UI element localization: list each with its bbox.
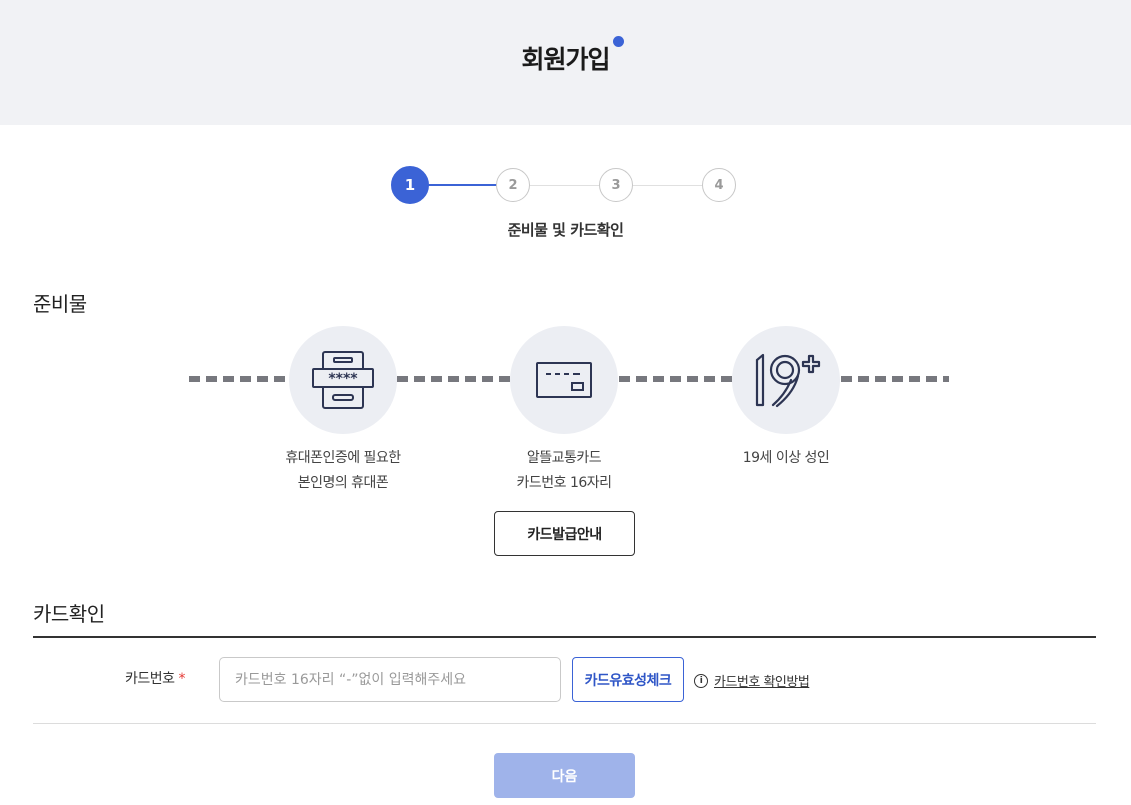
requirement-card-text: 알뜰교통카드 카드번호 16자리	[464, 446, 664, 496]
step-4: 4	[702, 168, 736, 202]
requirement-age-text: 19세 이상 성인	[686, 446, 886, 471]
stepper-connector	[529, 185, 601, 186]
form-divider	[33, 723, 1096, 724]
transit-card-icon	[536, 362, 592, 398]
svg-text:****: ****	[328, 371, 358, 387]
dashed-divider	[619, 376, 733, 382]
step-2: 2	[496, 168, 530, 202]
required-mark: *	[178, 671, 186, 687]
card-validity-check-button[interactable]: 카드유효성체크	[572, 657, 684, 702]
card-number-help-text[interactable]: 카드번호 확인방법	[714, 671, 810, 690]
dashed-divider	[841, 376, 949, 382]
step-3: 3	[599, 168, 633, 202]
requirement-line: 카드번호 16자리	[516, 475, 612, 491]
requirement-line: 19세 이상 성인	[742, 450, 830, 466]
requirement-line: 휴대폰인증에 필요한	[285, 450, 401, 466]
card-number-label-text: 카드번호	[125, 671, 175, 687]
step-caption: 준비물 및 카드확인	[507, 221, 624, 239]
card-number-label: 카드번호 *	[125, 668, 185, 688]
requirement-phone: ****	[289, 326, 397, 434]
requirement-age	[732, 326, 840, 434]
requirement-line: 본인명의 휴대폰	[297, 475, 389, 491]
section-divider	[33, 636, 1096, 638]
info-icon: i	[694, 673, 708, 688]
dashed-divider	[189, 376, 290, 382]
card-issue-guide-button[interactable]: 카드발급안내	[494, 511, 635, 556]
requirement-line: 알뜰교통카드	[526, 450, 602, 466]
step-1: 1	[391, 166, 429, 204]
card-number-help-link[interactable]: i 카드번호 확인방법	[694, 671, 810, 690]
next-button[interactable]: 다음	[494, 753, 635, 798]
requirement-card	[510, 326, 618, 434]
stepper-connector	[632, 185, 704, 186]
card-check-title: 카드확인	[33, 602, 105, 626]
age-19-plus-icon	[755, 353, 821, 408]
requirements-title: 준비물	[33, 292, 87, 316]
requirement-phone-text: 휴대폰인증에 필요한 본인명의 휴대폰	[243, 446, 443, 496]
title-dot-decoration	[613, 36, 624, 47]
page-title: 회원가입	[521, 45, 610, 74]
stepper-connector-active	[428, 184, 498, 186]
page-header: 회원가입	[0, 0, 1131, 125]
dashed-divider	[397, 376, 511, 382]
card-number-input[interactable]	[219, 657, 561, 702]
phone-password-icon: ****	[312, 351, 374, 409]
